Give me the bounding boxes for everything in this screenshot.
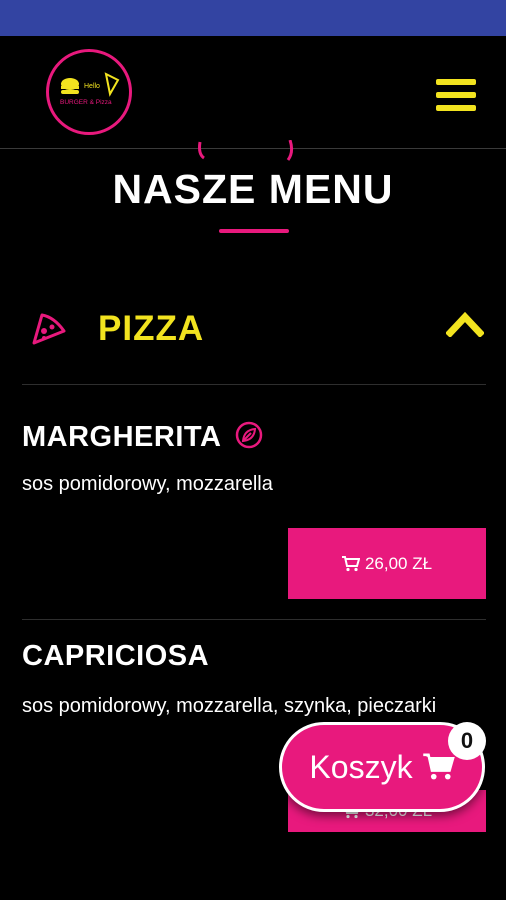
price-label: 26,00 ZŁ	[364, 553, 433, 573]
page-title: NASZE MENU	[112, 166, 394, 212]
cart-count-badge: 0	[448, 722, 486, 760]
app-header: Hello BURGER & Pizza	[0, 36, 506, 149]
hamburger-menu-icon[interactable]	[436, 79, 476, 111]
menu-item: MARGHERITA sos pomidorowy, mozzarella 26…	[22, 420, 486, 620]
leaf-icon	[234, 420, 264, 455]
logo[interactable]: Hello BURGER & Pizza	[46, 49, 132, 135]
status-bar	[0, 0, 506, 36]
cart-icon	[422, 753, 455, 780]
cart-icon	[341, 555, 360, 571]
title-underline	[219, 229, 289, 233]
svg-text:BURGER & Pizza: BURGER & Pizza	[60, 99, 112, 106]
svg-text:Hello: Hello	[84, 83, 100, 90]
burger-pizza-logo-icon: Hello BURGER & Pizza	[60, 72, 120, 106]
decorative-script	[190, 140, 320, 162]
add-to-cart-button[interactable]: 26,00 ZŁ	[288, 528, 486, 599]
category-label: PIZZA	[98, 309, 205, 348]
item-description: sos pomidorowy, mozzarella	[22, 473, 273, 495]
cart-label: Koszyk	[309, 748, 413, 785]
pizza-slice-icon	[30, 309, 68, 352]
item-name: MARGHERITA	[22, 421, 222, 453]
item-name: CAPRICIOSA	[22, 640, 210, 672]
item-description: sos pomidorowy, mozzarella, szynka, piec…	[22, 695, 437, 717]
category-pizza[interactable]: PIZZA	[22, 295, 486, 385]
chevron-up-icon[interactable]	[445, 311, 485, 342]
